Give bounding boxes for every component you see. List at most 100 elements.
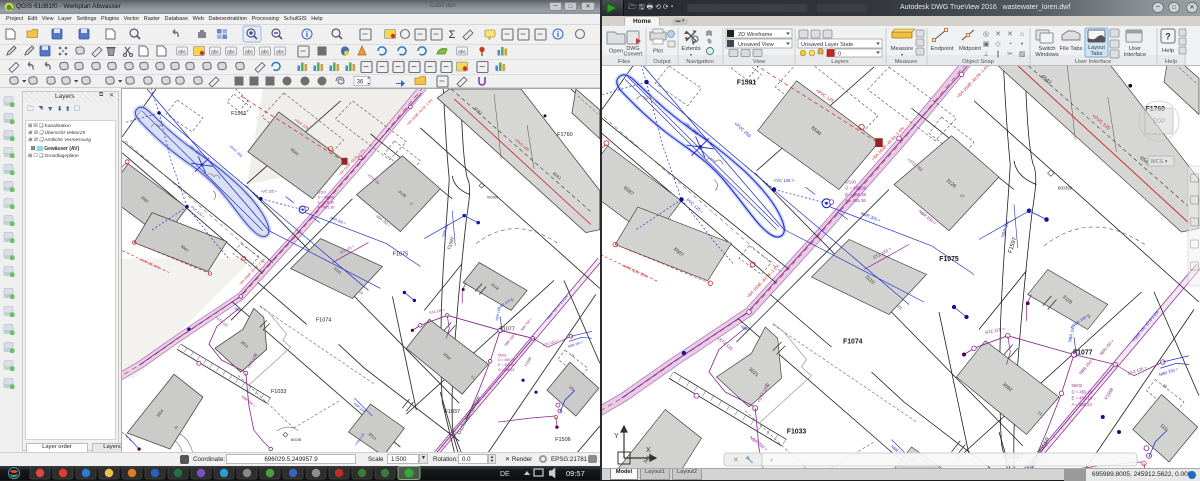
svg-text:F1037: F1037 — [444, 409, 460, 415]
svg-text:◔: ◔ — [1008, 41, 1012, 48]
svg-text:F1074: F1074 — [843, 338, 863, 345]
svg-text:E = 456.24: E = 456.24 — [1072, 396, 1093, 401]
svg-text:Convert: Convert — [624, 52, 643, 58]
svg-text:<STZ 120: <STZ 120 — [716, 336, 734, 352]
svg-text:▾: ▾ — [901, 52, 903, 57]
svg-text:PVC 125 >: PVC 125 > — [190, 205, 205, 219]
svg-text:Plot: Plot — [653, 49, 663, 55]
svg-text:<VC 125 >: <VC 125 > — [774, 178, 795, 183]
svg-text:23: 23 — [897, 304, 904, 311]
svg-text:🔧: 🔧 — [745, 455, 754, 464]
svg-text:F1597: F1597 — [446, 236, 455, 250]
svg-text:✕: ✕ — [1007, 31, 1013, 38]
svg-text:Y: Y — [614, 433, 619, 440]
svg-text:Windows: Windows — [1035, 52, 1059, 58]
svg-text:Help: Help — [1165, 59, 1177, 65]
svg-text:F1506: F1506 — [555, 437, 571, 443]
svg-text:Navigation: Navigation — [686, 59, 713, 65]
svg-text:PVC 125 >: PVC 125 > — [685, 197, 704, 214]
svg-text:?: ? — [1165, 32, 1171, 42]
svg-text:09:57: 09:57 — [566, 469, 585, 478]
svg-text:E = 456.24: E = 456.24 — [498, 363, 515, 367]
svg-text:F1591: F1591 — [737, 80, 757, 87]
svg-text:✂: ✂ — [1007, 51, 1013, 58]
svg-text:F1598: F1598 — [524, 356, 533, 367]
svg-text:Interface: Interface — [1124, 52, 1147, 58]
svg-text:D = 459.19: D = 459.19 — [498, 358, 515, 362]
svg-text:Measure: Measure — [895, 59, 918, 65]
svg-text:23: 23 — [359, 290, 364, 295]
svg-text:NBR 750 >: NBR 750 > — [1098, 338, 1115, 357]
svg-text:6/100: 6/100 — [845, 179, 856, 184]
svg-text:NBR 250 >: NBR 250 > — [1078, 356, 1096, 376]
svg-text:<SBR 700 -57.8-1.0%: <SBR 700 -57.8-1.0% — [546, 294, 569, 321]
svg-text:▨: ▨ — [1019, 51, 1026, 58]
svg-text:600399: 600399 — [1058, 186, 1073, 191]
svg-text:NBR 300 >: NBR 300 > — [860, 211, 882, 224]
svg-text:X: X — [646, 447, 651, 454]
svg-text:◇: ◇ — [995, 41, 1001, 48]
svg-text:36: 36 — [357, 80, 364, 86]
svg-text:Tabs: Tabs — [1091, 51, 1103, 57]
svg-text:NBR 300 >: NBR 300 > — [329, 216, 346, 226]
svg-text:⌂: ⌂ — [1020, 31, 1024, 38]
svg-text:<SBR 700 -57.8-1.0%: <SBR 700 -57.8-1.0% — [1131, 309, 1160, 342]
svg-text:Help: Help — [1162, 48, 1174, 54]
svg-text:F1591: F1591 — [231, 111, 247, 117]
svg-text:✕: ✕ — [733, 457, 739, 464]
svg-text:View: View — [753, 59, 766, 65]
svg-text:0: 0 — [838, 52, 841, 58]
svg-text:600399: 600399 — [487, 196, 498, 200]
svg-text:abc: abc — [245, 50, 254, 56]
svg-text:abc: abc — [211, 50, 220, 56]
svg-text:▾: ▾ — [690, 52, 692, 57]
svg-text:NBR 750 >: NBR 750 > — [520, 317, 533, 332]
svg-text:i: i — [306, 30, 308, 39]
svg-text:▣: ▣ — [983, 41, 990, 48]
svg-text:File Tabs: File Tabs — [1059, 46, 1082, 52]
svg-text:◎: ◎ — [983, 31, 989, 38]
svg-text:F1033: F1033 — [271, 389, 287, 395]
svg-text:NBR 250 >: NBR 250 > — [241, 395, 257, 408]
svg-text:E = 455.36: E = 455.36 — [845, 192, 866, 197]
svg-text:✕: ✕ — [995, 31, 1001, 38]
svg-text:F1598: F1598 — [1104, 387, 1115, 401]
svg-text:Unsaved Layer State: Unsaved Layer State — [801, 42, 853, 48]
svg-text:Files: Files — [618, 59, 630, 65]
svg-text:Σ: Σ — [449, 29, 456, 41]
svg-text:•: • — [1021, 41, 1024, 48]
svg-text:600398: 600398 — [291, 438, 302, 442]
svg-text:TOP: TOP — [1153, 119, 1165, 125]
svg-text:56/02: 56/02 — [1072, 383, 1083, 388]
svg-text:User Interface: User Interface — [1075, 59, 1111, 65]
svg-text:F1075: F1075 — [939, 256, 959, 263]
svg-text:F1760: F1760 — [557, 132, 573, 138]
svg-text:Open: Open — [609, 49, 623, 55]
svg-text:F1077: F1077 — [1073, 350, 1093, 357]
svg-text:<PVC 250: <PVC 250 — [733, 121, 752, 139]
svg-text:D = 458.36: D = 458.36 — [318, 196, 335, 200]
svg-text:<HPE 125 -20K: <HPE 125 -20K — [621, 263, 649, 279]
svg-text:F1075: F1075 — [393, 252, 409, 258]
svg-text:STZ 120 >: STZ 120 > — [429, 308, 445, 315]
svg-text:F1074: F1074 — [316, 317, 332, 323]
svg-text:i: i — [557, 30, 559, 39]
svg-text:NBR 250 >: NBR 250 > — [503, 332, 517, 347]
svg-text:Midpoint: Midpoint — [959, 46, 981, 52]
svg-text:<PVC 250: <PVC 250 — [228, 144, 243, 158]
svg-text:2D Wireframe: 2D Wireframe — [738, 32, 773, 38]
svg-text:D = 459.19: D = 459.19 — [1072, 389, 1094, 394]
svg-text:⌕: ⌕ — [770, 457, 774, 464]
svg-text:F1033: F1033 — [787, 428, 807, 435]
svg-text:56/02: 56/02 — [498, 353, 507, 357]
svg-text:6/100: 6/100 — [318, 191, 327, 195]
svg-text:Object Snap: Object Snap — [962, 59, 994, 65]
svg-text:abc: abc — [178, 50, 187, 56]
svg-text:Output: Output — [653, 59, 671, 65]
svg-text:STZ 120 >: STZ 120 > — [985, 326, 1006, 335]
svg-text:Gschwaderstrasse: Gschwaderstrasse — [456, 395, 482, 435]
svg-text:<VC 125 >: <VC 125 > — [261, 190, 277, 194]
svg-text:DE: DE — [500, 471, 510, 478]
svg-text:abc: abc — [276, 50, 285, 56]
svg-text:abc: abc — [261, 50, 270, 56]
